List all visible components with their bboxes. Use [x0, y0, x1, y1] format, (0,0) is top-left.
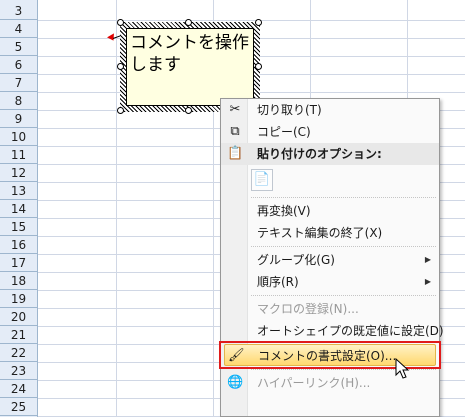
- menu-separator: [251, 197, 436, 199]
- menu-item-copy[interactable]: ⧉ コピー(C): [221, 121, 439, 143]
- row-header[interactable]: 21: [0, 326, 37, 344]
- row-header[interactable]: 10: [0, 128, 37, 146]
- row-header[interactable]: 12: [0, 164, 37, 182]
- row-header[interactable]: 7: [0, 74, 37, 92]
- resize-handle-ne[interactable]: [255, 19, 262, 26]
- submenu-arrow-icon: ▶: [424, 277, 431, 286]
- resize-handle-s[interactable]: [185, 107, 192, 114]
- menu-header-paste-options: 📋 貼り付けのオプション:: [221, 143, 439, 165]
- menu-item-group[interactable]: グループ化(G) ▶: [221, 249, 439, 271]
- gridline-horizontal: [38, 20, 465, 21]
- menu-item-label: 再変換(V): [257, 204, 311, 218]
- menu-item-label: テキスト編集の終了(X): [257, 226, 383, 240]
- menu-item-cut[interactable]: ✂ 切り取り(T): [221, 99, 439, 121]
- menu-item-assign-macro[interactable]: マクロの登録(N)...: [221, 298, 439, 320]
- row-header[interactable]: 14: [0, 200, 37, 218]
- hyperlink-icon: 🌐: [227, 375, 244, 390]
- scissors-icon: ✂: [229, 102, 241, 117]
- menu-item-label: グループ化(G): [257, 253, 335, 267]
- menu-item-reconvert[interactable]: 再変換(V): [221, 200, 439, 222]
- row-header[interactable]: 13: [0, 182, 37, 200]
- row-header[interactable]: 24: [0, 380, 37, 398]
- row-header[interactable]: 25: [0, 398, 37, 416]
- menu-item-label: ハイパーリンク(H)...: [257, 376, 371, 390]
- menu-item-label: マクロの登録(N)...: [257, 302, 359, 316]
- menu-item-label: 切り取り(T): [257, 103, 322, 117]
- submenu-arrow-icon: ▶: [424, 255, 431, 264]
- menu-item-set-autoshape-default[interactable]: オートシェイプの既定値に設定(D): [221, 320, 444, 342]
- row-header[interactable]: 19: [0, 290, 37, 308]
- gridline-vertical: [116, 0, 117, 417]
- menu-item-exit-text-edit[interactable]: テキスト編集の終了(X): [221, 222, 439, 244]
- row-header[interactable]: 17: [0, 254, 37, 272]
- menu-separator: [251, 246, 436, 248]
- row-header[interactable]: 4: [0, 20, 37, 38]
- copy-icon: ⧉: [230, 124, 240, 139]
- clipboard-icon: 📋: [227, 146, 244, 161]
- resize-handle-nw[interactable]: [117, 19, 124, 26]
- row-header[interactable]: 8: [0, 92, 37, 110]
- menu-item-order[interactable]: 順序(R) ▶: [221, 271, 439, 293]
- row-header[interactable]: 20: [0, 308, 37, 326]
- menu-item-label: 順序(R): [257, 275, 299, 289]
- row-header[interactable]: 11: [0, 146, 37, 164]
- row-header[interactable]: 23: [0, 362, 37, 380]
- row-header[interactable]: 5: [0, 38, 37, 56]
- row-headers: 3 4 5 6 7 8 9 10 11 12 13 14 15 16 17 18 19 20 21 22 23 24 25: [0, 0, 38, 417]
- row-header[interactable]: 18: [0, 272, 37, 290]
- menu-item-label: 貼り付けのオプション:: [257, 147, 382, 161]
- row-header[interactable]: 16: [0, 236, 37, 254]
- row-header[interactable]: 15: [0, 218, 37, 236]
- resize-handle-n[interactable]: [185, 19, 192, 26]
- row-header[interactable]: 22: [0, 344, 37, 362]
- mouse-cursor-icon: [395, 358, 410, 379]
- paste-clipboard-icon[interactable]: 📄: [251, 169, 273, 191]
- comment-text[interactable]: コメントを操作します: [126, 28, 254, 106]
- resize-handle-e[interactable]: [255, 63, 262, 70]
- resize-handle-sw[interactable]: [117, 107, 124, 114]
- menu-item-label: コピー(C): [257, 125, 311, 139]
- row-header[interactable]: 3: [0, 2, 37, 20]
- row-header[interactable]: 9: [0, 110, 37, 128]
- menu-separator: [251, 295, 436, 297]
- resize-handle-w[interactable]: [117, 63, 124, 70]
- menu-item-label: オートシェイプの既定値に設定(D): [257, 324, 444, 338]
- row-header[interactable]: 6: [0, 56, 37, 74]
